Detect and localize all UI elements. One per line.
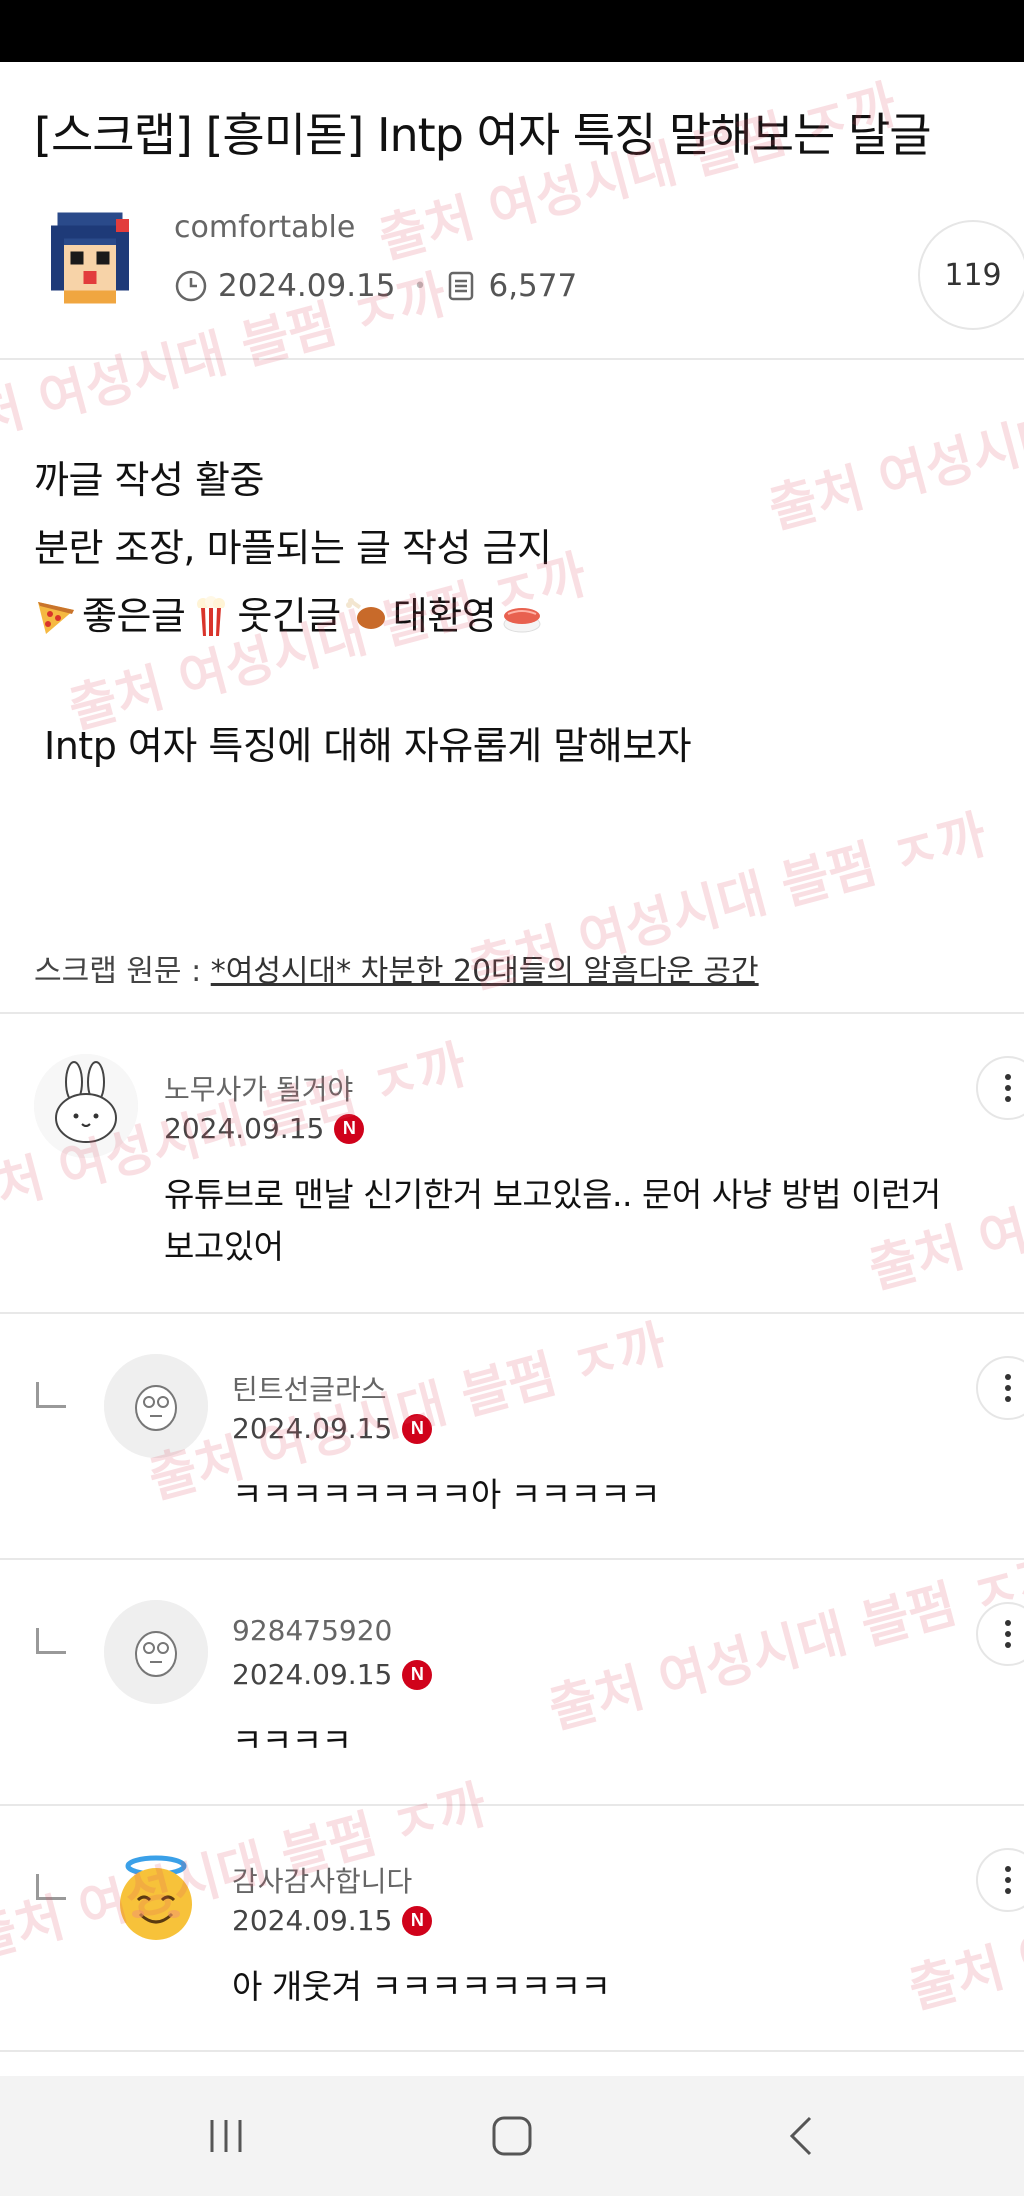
back-button[interactable] — [762, 2106, 842, 2166]
divider — [0, 1312, 1024, 1314]
document-icon — [444, 269, 478, 303]
watermark: 출처 여성시대 블펌 ㅈ까 — [372, 74, 903, 271]
comment-author[interactable]: 틴트선글라스 — [232, 1368, 387, 1408]
post-date: 2024.09.15 — [218, 268, 396, 304]
reply-indicator-icon — [36, 1628, 66, 1654]
new-badge: N — [402, 1659, 433, 1690]
new-badge: N — [402, 1413, 433, 1444]
default-avatar-icon — [104, 1600, 208, 1704]
body-emoji-line: 좋은글 웃긴글 대환영 — [34, 588, 548, 644]
pizza-icon — [34, 594, 78, 638]
smiling-angel-icon — [120, 1855, 192, 1940]
scrap-source: 스크랩 원문 : *여성시대* 차분한 20대들의 알흠다운 공간 — [34, 946, 759, 990]
divider — [0, 1012, 1024, 1014]
recent-apps-button[interactable] — [186, 2106, 266, 2166]
chicken-leg-icon — [345, 594, 389, 638]
home-icon — [492, 2116, 532, 2156]
watermark: 출처 여성시대 블펌 ㅈ까 — [762, 345, 1024, 541]
more-options-button[interactable] — [976, 1056, 1024, 1120]
comment-date: 2024.09.15 N — [232, 1412, 433, 1445]
default-avatar-icon — [104, 1354, 208, 1458]
body-line-1: 까글 작성 활중 — [34, 458, 264, 502]
author-avatar[interactable] — [38, 206, 142, 310]
sushi-icon — [500, 594, 544, 638]
reply-indicator-icon — [36, 1382, 66, 1408]
comment-text: ㅋㅋㅋㅋㅋㅋㅋㅋ아 ㅋㅋㅋㅋㅋ — [232, 1475, 661, 1514]
watermark: 출처 여성시대 블펌 ㅈ까 — [902, 1825, 1024, 2021]
new-badge: N — [402, 1905, 433, 1936]
view-count: 6,577 — [488, 268, 578, 304]
comment-count-button[interactable]: 119 — [918, 220, 1024, 330]
recent-apps-icon — [210, 2120, 242, 2152]
comment-author[interactable]: 감사감사합니다 — [232, 1860, 412, 1900]
divider — [0, 2050, 1024, 2052]
status-bar — [0, 0, 1024, 62]
reply-indicator-icon — [36, 1874, 66, 1900]
back-icon — [789, 2116, 812, 2156]
divider — [0, 1804, 1024, 1806]
emoji-label-good: 좋은글 — [82, 594, 186, 638]
comment-date-text: 2024.09.15 — [232, 1904, 393, 1937]
post-meta: 2024.09.15 • 6,577 — [174, 264, 577, 308]
home-button[interactable] — [472, 2106, 552, 2166]
comment-date: 2024.09.15 N — [164, 1112, 365, 1145]
new-badge: N — [334, 1113, 365, 1144]
more-options-button[interactable] — [976, 1848, 1024, 1912]
more-options-button[interactable] — [976, 1602, 1024, 1666]
scrap-label: 스크랩 원문 : — [34, 954, 211, 989]
avatar[interactable] — [104, 1846, 208, 1950]
comment-count: 119 — [944, 257, 1002, 293]
divider — [0, 1558, 1024, 1560]
bunny-avatar-icon — [34, 1054, 138, 1158]
more-options-button[interactable] — [976, 1356, 1024, 1420]
body-line-4: Intp 여자 특징에 대해 자유롭게 말해보자 — [44, 724, 692, 768]
comment-author[interactable]: 928475920 — [232, 1614, 392, 1647]
clock-icon — [174, 269, 208, 303]
popcorn-icon — [189, 594, 233, 638]
meta-separator: • — [413, 273, 427, 299]
emoji-label-welcome: 대환영 — [392, 594, 497, 638]
body-line-2: 분란 조장, 마플되는 글 작성 금지 — [34, 526, 552, 570]
avatar[interactable] — [104, 1600, 208, 1704]
post-title: [스크랩] [흥미돋] Intp 여자 특징 말해보는 달글 — [34, 108, 932, 162]
comment-date: 2024.09.15 N — [232, 1658, 433, 1691]
comment-date-text: 2024.09.15 — [164, 1112, 325, 1145]
comment-text: ㅋㅋㅋㅋ — [232, 1721, 352, 1760]
comment-author[interactable]: 노무사가 될거야 — [164, 1068, 353, 1108]
avatar[interactable] — [104, 1354, 208, 1458]
scrap-link[interactable]: *여성시대* 차분한 20대들의 알흠다운 공간 — [211, 954, 759, 989]
comment-date: 2024.09.15 N — [232, 1904, 433, 1937]
comment-date-text: 2024.09.15 — [232, 1412, 393, 1445]
emoji-label-funny: 웃긴글 — [237, 594, 341, 638]
comment-text: 보고있어 — [164, 1227, 284, 1266]
avatar[interactable] — [34, 1054, 138, 1158]
watermark: 출처 여성시대 블펌 ㅈ까 — [542, 1544, 1024, 1741]
author-name[interactable]: comfortable — [174, 210, 355, 245]
system-navigation-bar — [0, 2076, 1024, 2196]
divider — [0, 358, 1024, 360]
comment-text: 유튜브로 맨날 신기한거 보고있음.. 문어 사냥 방법 이런거 — [164, 1175, 941, 1214]
comment-date-text: 2024.09.15 — [232, 1658, 393, 1691]
comment-text: 아 개웃겨 ㅋㅋㅋㅋㅋㅋㅋㅋ — [232, 1967, 611, 2006]
